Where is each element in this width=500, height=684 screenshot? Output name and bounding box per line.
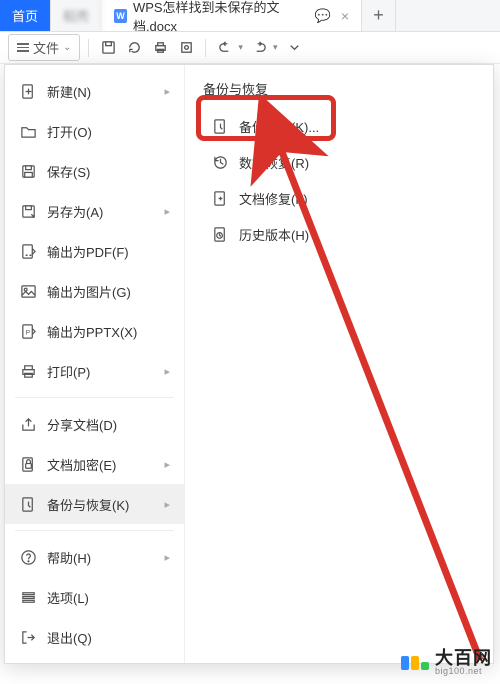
menu-item-help[interactable]: 帮助(H) ▸ [5, 537, 184, 577]
preview-icon[interactable] [175, 37, 197, 59]
share-icon [19, 415, 37, 433]
separator [88, 39, 89, 57]
reload-icon[interactable] [123, 37, 145, 59]
redo-dropdown-icon[interactable]: ▾ [273, 42, 278, 53]
submenu-title: 备份与恢复 [203, 79, 475, 98]
file-menu-button[interactable]: 文件 ⌄ [8, 34, 80, 61]
menu-item-label: 分享文档(D) [47, 415, 170, 434]
svg-text:P: P [25, 329, 30, 336]
image-icon [19, 282, 37, 300]
new-icon [19, 82, 37, 100]
save-icon [19, 162, 37, 180]
menu-item-print[interactable]: 打印(P) ▸ [5, 351, 184, 391]
watermark-logo-icon [401, 656, 429, 670]
submenu-item-label: 备份中心(K)... [239, 117, 319, 136]
menu-item-backup[interactable]: 备份与恢复(K) ▸ [5, 484, 184, 524]
recover-icon [211, 153, 229, 171]
menu-item-label: 保存(S) [47, 162, 170, 181]
submenu-item-repair[interactable]: 文档修复(F) [203, 180, 475, 216]
menu-divider [15, 530, 174, 531]
redo-icon[interactable] [249, 37, 271, 59]
watermark: 大百网 big100.net [401, 649, 492, 676]
lock-icon [19, 455, 37, 473]
submenu-item-history[interactable]: 历史版本(H) [203, 216, 475, 252]
submenu-item-label: 历史版本(H) [239, 225, 309, 244]
repair-icon [211, 189, 229, 207]
exit-icon [19, 628, 37, 646]
menu-item-label: 打印(P) [47, 362, 154, 381]
menu-item-save[interactable]: 保存(S) [5, 151, 184, 191]
close-icon[interactable]: × [341, 8, 349, 24]
tab-home[interactable]: 首页 [0, 0, 51, 31]
tab-document-title: WPS怎样找到未保存的文档.docx [133, 0, 309, 31]
backup-icon [19, 495, 37, 513]
menu-item-label: 文档加密(E) [47, 455, 154, 474]
file-menu-right-column: 备份与恢复 备份中心(K)... 数据恢复(R) 文档修复(F) 历史版本(H) [185, 65, 493, 663]
file-menu-panel: 新建(N) ▸ 打开(O) 保存(S) 另存为(A) ▸ 输出为PDF(F) 输出为图片(G)… [4, 64, 494, 664]
history-icon [211, 225, 229, 243]
menu-item-label: 输出为PPTX(X) [47, 322, 170, 341]
menu-item-saveas[interactable]: 另存为(A) ▸ [5, 191, 184, 231]
menu-item-label: 输出为图片(G) [47, 282, 170, 301]
saveas-icon [19, 202, 37, 220]
submenu-item-label: 文档修复(F) [239, 189, 308, 208]
menu-item-label: 另存为(A) [47, 202, 154, 221]
chevron-right-icon: ▸ [164, 551, 170, 564]
chevron-right-icon: ▸ [164, 85, 170, 98]
pdf-icon [19, 242, 37, 260]
print-icon[interactable] [149, 37, 171, 59]
menu-item-label: 新建(N) [47, 82, 154, 101]
menu-item-label: 打开(O) [47, 122, 170, 141]
tab-template[interactable]: 稻壳 [51, 0, 102, 31]
menu-item-label: 帮助(H) [47, 548, 154, 567]
chevron-right-icon: ▸ [164, 365, 170, 378]
submenu-item-label: 数据恢复(R) [239, 153, 309, 172]
menu-item-image[interactable]: 输出为图片(G) [5, 271, 184, 311]
chevron-right-icon: ▸ [164, 458, 170, 471]
menu-item-exit[interactable]: 退出(Q) [5, 617, 184, 657]
tab-bar: 首页 稻壳 W WPS怎样找到未保存的文档.docx 💬 × + [0, 0, 500, 32]
ppt-icon: P [19, 322, 37, 340]
chevron-down-icon: ⌄ [63, 42, 71, 53]
tab-new[interactable]: + [362, 0, 396, 31]
file-menu-left-column: 新建(N) ▸ 打开(O) 保存(S) 另存为(A) ▸ 输出为PDF(F) 输出为图片(G)… [5, 65, 185, 663]
undo-icon[interactable] [214, 37, 236, 59]
undo-dropdown-icon[interactable]: ▾ [238, 42, 243, 53]
backup-center-icon [211, 117, 229, 135]
options-icon [19, 588, 37, 606]
menu-item-label: 备份与恢复(K) [47, 495, 154, 514]
menu-item-share[interactable]: 分享文档(D) [5, 404, 184, 444]
open-icon [19, 122, 37, 140]
chevron-right-icon: ▸ [164, 498, 170, 511]
toolbar: 文件 ⌄ ▾ ▾ [0, 32, 500, 64]
menu-item-lock[interactable]: 文档加密(E) ▸ [5, 444, 184, 484]
submenu-item-recover[interactable]: 数据恢复(R) [203, 144, 475, 180]
watermark-url: big100.net [435, 667, 492, 676]
menu-item-ppt[interactable]: P 输出为PPTX(X) [5, 311, 184, 351]
separator [205, 39, 206, 57]
save-icon[interactable] [97, 37, 119, 59]
menu-item-label: 退出(Q) [47, 628, 170, 647]
menu-item-new[interactable]: 新建(N) ▸ [5, 71, 184, 111]
watermark-text: 大百网 [435, 649, 492, 667]
menu-item-open[interactable]: 打开(O) [5, 111, 184, 151]
menu-item-label: 选项(L) [47, 588, 170, 607]
hamburger-icon [17, 41, 29, 54]
overflow-icon[interactable] [283, 37, 305, 59]
menu-item-pdf[interactable]: 输出为PDF(F) [5, 231, 184, 271]
tab-document[interactable]: W WPS怎样找到未保存的文档.docx 💬 × [102, 0, 362, 31]
word-doc-icon: W [114, 9, 127, 23]
menu-item-options[interactable]: 选项(L) [5, 577, 184, 617]
menu-item-label: 输出为PDF(F) [47, 242, 170, 261]
submenu-item-backup-center[interactable]: 备份中心(K)... [203, 108, 475, 144]
file-menu-label: 文件 [33, 38, 59, 57]
chevron-right-icon: ▸ [164, 205, 170, 218]
help-icon [19, 548, 37, 566]
menu-divider [15, 397, 174, 398]
chat-icon[interactable]: 💬 [315, 8, 331, 24]
print-icon [19, 362, 37, 380]
